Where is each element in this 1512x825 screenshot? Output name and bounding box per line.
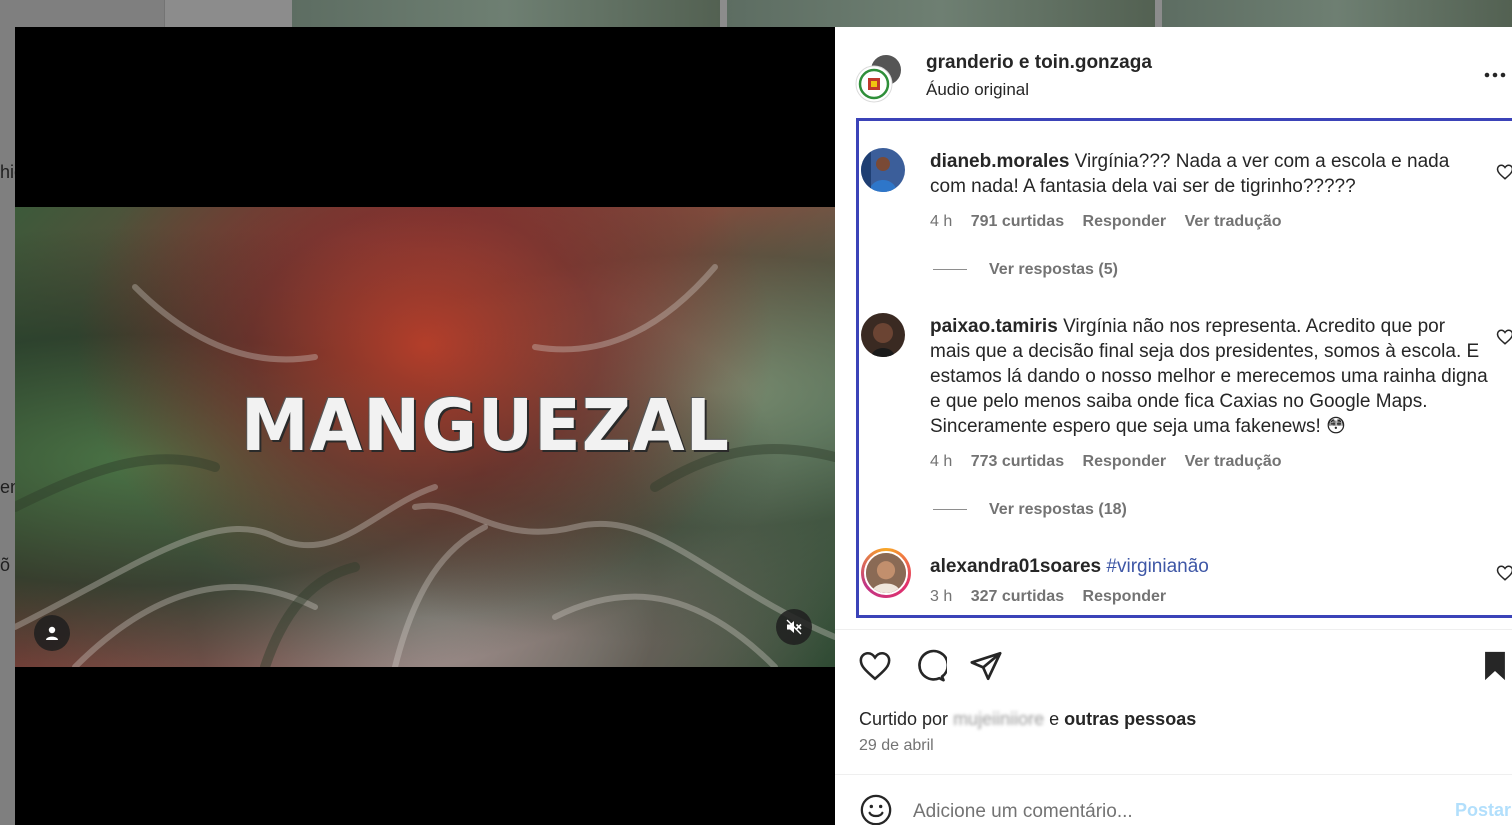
translate-button[interactable]: Ver tradução bbox=[1185, 213, 1282, 230]
like-button[interactable] bbox=[858, 649, 892, 683]
more-horizontal-icon bbox=[1484, 72, 1506, 78]
liked-by-text: Curtido por mujeiiniiore e outras pessoa… bbox=[859, 709, 1196, 730]
heart-icon bbox=[1496, 164, 1512, 180]
comment-text: alexandra01soares #virginianão bbox=[930, 554, 1490, 579]
avatar-stack bbox=[855, 53, 903, 103]
view-replies-label: Ver respostas (5) bbox=[989, 261, 1118, 278]
user-icon bbox=[46, 626, 58, 640]
comment-likes[interactable]: 327 curtidas bbox=[971, 588, 1064, 605]
share-button[interactable] bbox=[969, 649, 1003, 683]
post-comment-button[interactable]: Postar bbox=[1455, 800, 1511, 821]
view-replies-button[interactable]: Ver respostas (18) bbox=[933, 501, 1127, 519]
comment-likes[interactable]: 773 curtidas bbox=[971, 453, 1064, 470]
emoji-button[interactable] bbox=[859, 793, 893, 825]
liked-by-user-blurred[interactable]: mujeiiniiore bbox=[953, 709, 1044, 730]
divider bbox=[835, 629, 1512, 630]
liked-by-prefix: Curtido por bbox=[859, 709, 949, 729]
save-button[interactable] bbox=[1478, 649, 1512, 683]
comment-hashtag[interactable]: #virginianão bbox=[1106, 556, 1208, 577]
heart-icon bbox=[859, 651, 891, 681]
paper-plane-icon bbox=[970, 651, 1002, 681]
author-avatars[interactable] bbox=[855, 53, 905, 103]
comment-time[interactable]: 4 h bbox=[930, 453, 952, 470]
speaker-muted-icon bbox=[786, 619, 802, 635]
post-author-names[interactable]: granderio e toin.gonzaga bbox=[926, 52, 1152, 74]
reply-button[interactable]: Responder bbox=[1083, 213, 1167, 230]
avatar-image bbox=[861, 313, 905, 357]
mute-button[interactable] bbox=[776, 609, 812, 645]
reply-button[interactable]: Responder bbox=[1083, 588, 1167, 605]
video-frame[interactable]: MANGUEZAL bbox=[15, 207, 835, 667]
post-modal: MANGUEZAL granderio e toin.gonzaga Áudio… bbox=[15, 27, 1512, 825]
reply-button[interactable]: Responder bbox=[1083, 453, 1167, 470]
avatar-image bbox=[861, 148, 905, 192]
post-date[interactable]: 29 de abril bbox=[859, 737, 934, 755]
audio-label[interactable]: Áudio original bbox=[926, 80, 1029, 100]
replies-divider-line bbox=[933, 269, 967, 271]
comment-time[interactable]: 3 h bbox=[930, 588, 952, 605]
comment-button[interactable] bbox=[913, 649, 950, 683]
comment-likes[interactable]: 791 curtidas bbox=[971, 213, 1064, 230]
background-text-fragment: õ bbox=[0, 555, 11, 575]
tagged-users-button[interactable] bbox=[34, 615, 70, 651]
divider bbox=[835, 774, 1512, 775]
background-thumbnail bbox=[727, 0, 1155, 27]
comment-username[interactable]: paixao.tamiris bbox=[930, 316, 1058, 337]
view-replies-button[interactable]: Ver respostas (5) bbox=[933, 261, 1118, 279]
background-thumbnail bbox=[292, 0, 720, 27]
comment-meta: 4 h 773 curtidas Responder Ver tradução bbox=[930, 453, 1296, 471]
liked-by-connector: e bbox=[1049, 709, 1060, 729]
comment-meta: 4 h 791 curtidas Responder Ver tradução bbox=[930, 213, 1296, 231]
view-replies-label: Ver respostas (18) bbox=[989, 501, 1127, 518]
liked-by-others[interactable]: outras pessoas bbox=[1064, 709, 1196, 729]
comment-time[interactable]: 4 h bbox=[930, 213, 952, 230]
avatar-image bbox=[864, 551, 908, 595]
commenter-avatar-story-ring[interactable] bbox=[861, 548, 911, 598]
comment-input[interactable] bbox=[913, 797, 1433, 825]
background-thumbnail bbox=[1162, 0, 1512, 27]
comments-list[interactable]: dianeb.morales Virgínia??? Nada a ver co… bbox=[856, 118, 1512, 618]
smiley-icon bbox=[860, 794, 892, 825]
post-media[interactable]: MANGUEZAL bbox=[15, 27, 835, 825]
video-title-overlay: MANGUEZAL bbox=[241, 385, 730, 468]
post-details-panel: granderio e toin.gonzaga Áudio original bbox=[835, 27, 1512, 825]
speech-bubble-icon bbox=[918, 649, 950, 682]
replies-divider-line bbox=[933, 509, 967, 511]
heart-icon bbox=[1496, 329, 1512, 345]
comment-like-button[interactable] bbox=[1496, 328, 1512, 346]
comment-text: dianeb.morales Virgínia??? Nada a ver co… bbox=[930, 149, 1490, 199]
comment-meta: 3 h 327 curtidas Responder bbox=[930, 588, 1180, 606]
comment-like-button[interactable] bbox=[1496, 564, 1512, 582]
heart-icon bbox=[1496, 565, 1512, 581]
comment-username[interactable]: alexandra01soares bbox=[930, 556, 1101, 577]
bookmark-filled-icon bbox=[1485, 651, 1505, 681]
comment-username[interactable]: dianeb.morales bbox=[930, 151, 1069, 172]
commenter-avatar[interactable] bbox=[861, 148, 905, 192]
translate-button[interactable]: Ver tradução bbox=[1185, 453, 1282, 470]
commenter-avatar[interactable] bbox=[861, 313, 905, 357]
comment-text: paixao.tamiris Virgínia não nos represen… bbox=[930, 314, 1490, 439]
post-header: granderio e toin.gonzaga Áudio original bbox=[835, 27, 1512, 117]
comment-like-button[interactable] bbox=[1496, 163, 1512, 181]
more-options-button[interactable] bbox=[1481, 65, 1509, 85]
